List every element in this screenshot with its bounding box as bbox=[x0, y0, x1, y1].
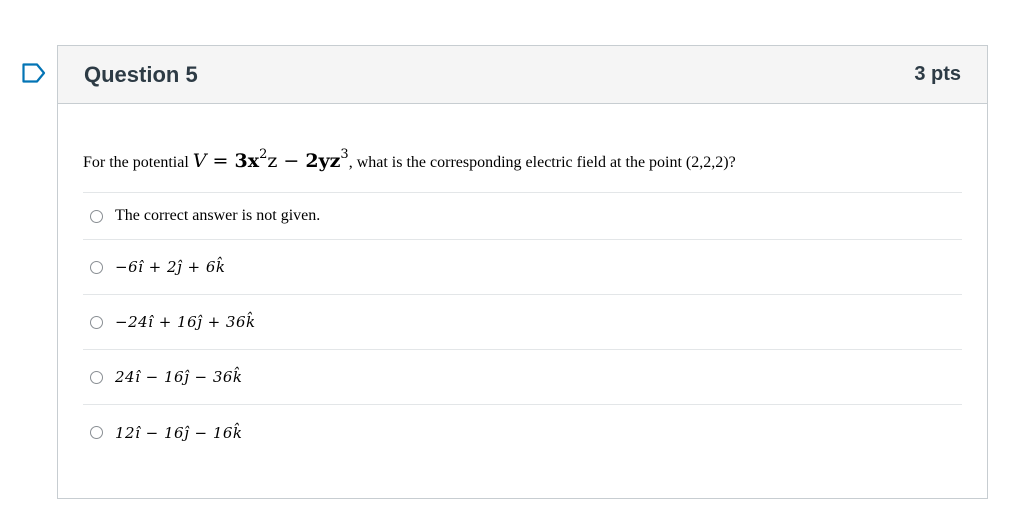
radio-button-icon[interactable] bbox=[90, 260, 103, 274]
potential-equation: V = 3x2z − 2yz3 bbox=[192, 147, 349, 172]
answer-label: 24î − 16ĵ − 36k̂ bbox=[115, 368, 243, 386]
question-prompt: For the potential V = 3x2z − 2yz3, what … bbox=[83, 146, 962, 176]
radio-button-icon[interactable] bbox=[90, 426, 103, 439]
eq-term2-exp: 3 bbox=[340, 147, 349, 162]
answer-label: −6î + 2ĵ + 6k̂ bbox=[115, 258, 226, 276]
question-body: For the potential V = 3x2z − 2yz3, what … bbox=[58, 146, 987, 460]
radio-button-icon[interactable] bbox=[90, 209, 103, 223]
answer-label: The correct answer is not given. bbox=[115, 207, 321, 224]
question-header: Question 5 3 pts bbox=[58, 46, 987, 104]
answer-label: −24î + 16ĵ + 36k̂ bbox=[115, 313, 256, 331]
eq-term2-coef: 2yz bbox=[305, 150, 341, 172]
question-points: 3 pts bbox=[914, 63, 961, 85]
prompt-text-before: For the potential bbox=[83, 154, 193, 171]
radio-button-icon[interactable] bbox=[90, 315, 103, 329]
flag-question-icon[interactable] bbox=[22, 63, 46, 83]
question-title: Question 5 bbox=[84, 61, 198, 87]
radio-button-icon[interactable] bbox=[90, 370, 103, 384]
prompt-text-after: , what is the corresponding electric fie… bbox=[348, 154, 736, 171]
answer-label: 12î − 16ĵ − 16k̂ bbox=[115, 423, 243, 442]
answer-option-3[interactable]: −24î + 16ĵ + 36k̂ bbox=[83, 295, 962, 350]
eq-term1-rest: z bbox=[267, 150, 278, 172]
answer-list: The correct answer is not given. −6î + 2… bbox=[83, 192, 962, 460]
eq-term1-coef: 3x bbox=[234, 150, 260, 172]
question-card: Question 5 3 pts For the potential V = 3… bbox=[57, 45, 988, 499]
answer-option-5[interactable]: 12î − 16ĵ − 16k̂ bbox=[83, 405, 962, 460]
answer-option-4[interactable]: 24î − 16ĵ − 36k̂ bbox=[83, 350, 962, 405]
answer-option-1[interactable]: The correct answer is not given. bbox=[83, 193, 962, 240]
eq-minus: − bbox=[277, 150, 306, 172]
answer-option-2[interactable]: −6î + 2ĵ + 6k̂ bbox=[83, 240, 962, 295]
eq-equals: = bbox=[206, 150, 235, 172]
eq-lhs: V bbox=[192, 150, 207, 172]
